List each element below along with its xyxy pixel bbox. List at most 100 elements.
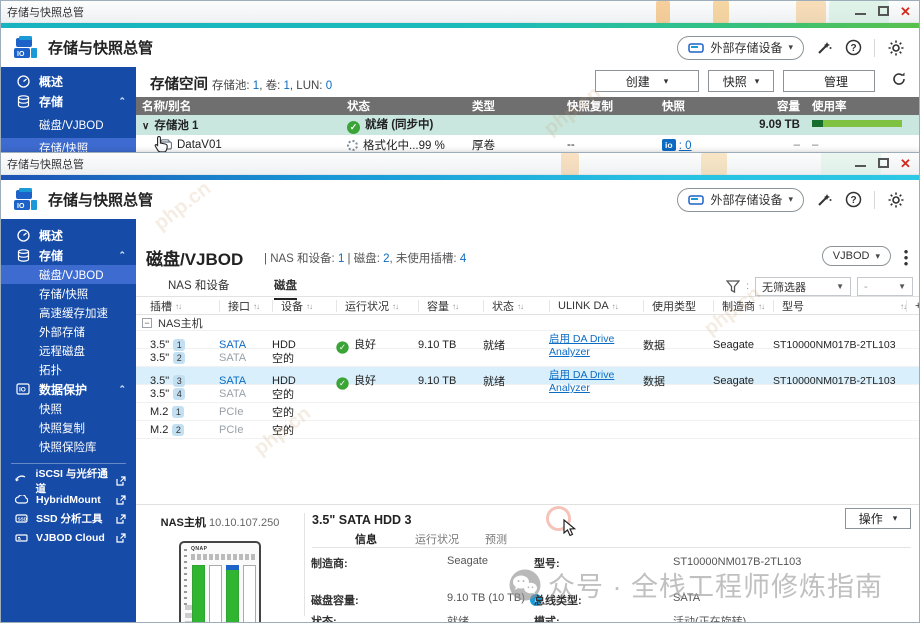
storage-space-heading: 存储空间 存储池: 1, 卷: 1, LUN: 0 [150, 73, 332, 94]
sidebar-link-ssd-tool[interactable]: SSD SSD 分析工具 [1, 509, 136, 528]
field-mode: 模式: [534, 616, 560, 623]
sidebar-item-external-storage[interactable]: 外部存储 [1, 322, 136, 341]
disk-rows: 3.5"1 SATA HDD ✓良好 9.10 TB 就绪 启用 DA Driv… [136, 331, 919, 439]
window1-main: 存储空间 存储池: 1, 卷: 1, LUN: 0 创建▾ 快照▾ 管理 [136, 67, 919, 152]
col-health[interactable]: 运行状况↑↓ [336, 300, 418, 312]
sidebar-item-overview[interactable]: 概述 [1, 225, 136, 245]
drive-bay-2 [209, 565, 222, 623]
sidebar-item-storage[interactable]: 存储⌃ [1, 245, 136, 265]
slot-badge: 1 [172, 406, 184, 418]
col-device[interactable]: 设备↑↓ [272, 300, 336, 312]
storage-stack-icon [15, 249, 31, 262]
disk-row-m2-2[interactable]: M.22 PCIe 空的 [136, 421, 919, 439]
col-status[interactable]: 状态↑↓ [483, 300, 549, 312]
manage-button[interactable]: 管理 [783, 70, 875, 92]
col-usetype[interactable]: 使用类型 [643, 300, 713, 312]
col-interface[interactable]: 接口↑↓ [219, 300, 272, 312]
window2-titlebar[interactable]: 存储与快照总管 ✕ [1, 153, 919, 175]
filter-select-2[interactable]: -▼ [857, 277, 913, 296]
value-manufacturer: Seagate [447, 555, 488, 567]
col-snap-rep[interactable]: 快照复制 [561, 97, 656, 115]
app-title: 存储与快照总管 [48, 37, 153, 58]
col-manufacturer[interactable]: 制造商↑↓ [713, 300, 773, 312]
disk-row-m2-1[interactable]: M.21 PCIe 空的 [136, 403, 919, 421]
chevron-down-icon[interactable]: ∨ [142, 121, 149, 132]
sidebar-item-snapshot-replica[interactable]: 快照复制 [1, 418, 136, 437]
svg-text:IO: IO [17, 51, 25, 58]
sidebar-link-vjbod-cloud[interactable]: VJBOD Cloud [1, 528, 136, 547]
help-icon[interactable]: ? [845, 191, 862, 208]
tab-nas-devices[interactable]: NAS 和设备 [168, 277, 229, 298]
col-name[interactable]: 名称/别名 [136, 97, 341, 115]
col-usage[interactable]: 使用率 [806, 97, 920, 115]
maximize-button[interactable] [877, 158, 890, 169]
help-icon[interactable]: ? [845, 39, 862, 56]
detail-tab-health[interactable]: 运行状况 [415, 531, 459, 547]
field-bus-type: 总线类型: [534, 595, 582, 607]
volume-row[interactable]: DataV01 格式化中...99 % 厚卷 -- io : 0 – – [136, 135, 920, 153]
vjbod-cloud-icon [13, 533, 29, 543]
col-snapshot[interactable]: 快照 [656, 97, 746, 115]
settings-gear-icon[interactable] [887, 191, 905, 209]
external-storage-device-button[interactable]: 外部存储设备▾ [677, 36, 804, 60]
external-link-icon [116, 533, 126, 543]
sidebar-item-data-protection[interactable]: IO 数据保护⌃ [1, 379, 136, 399]
sidebar-link-iscsi[interactable]: iSCSI 与光纤通道 [1, 471, 136, 490]
col-ulink[interactable]: ULINK DA↑↓ [549, 300, 643, 312]
da-analyzer-link[interactable]: 启用 DA Drive Analyzer [549, 369, 614, 394]
window1-titlebar[interactable]: 存储与快照总管 ✕ [1, 1, 919, 23]
add-column-button[interactable]: + [906, 300, 920, 312]
col-capacity[interactable]: 容量↑↓ [418, 300, 483, 312]
snapshot-button[interactable]: 快照▾ [708, 70, 774, 92]
sidebar-item-storage-snapshot[interactable]: 存储/快照 [1, 284, 136, 303]
nas-device-image[interactable]: QNAP [179, 541, 261, 623]
sidebar-item-remote-disk[interactable]: 远程磁盘 [1, 341, 136, 360]
more-options-icon[interactable]: ••• [901, 249, 911, 267]
disk-row-1[interactable]: 3.5"1 SATA HDD ✓良好 9.10 TB 就绪 启用 DA Driv… [136, 331, 919, 349]
maximize-button[interactable] [877, 6, 890, 17]
wizard-icon[interactable] [816, 39, 833, 56]
sidebar-item-storage-snapshot[interactable]: 存储/快照 [1, 138, 136, 152]
sidebar-item-disks-vjbod[interactable]: 磁盘/VJBOD [1, 265, 136, 284]
settings-gear-icon[interactable] [887, 39, 905, 57]
pool-row[interactable]: ∨存储池 1 ✓就绪 (同步中) 9.09 TB [136, 115, 920, 135]
refresh-icon[interactable] [891, 71, 907, 87]
desktop-bleed [713, 1, 729, 23]
actions-button[interactable]: 操作▾ [845, 508, 911, 529]
wizard-icon[interactable] [816, 191, 833, 208]
collapse-icon[interactable]: − [142, 318, 152, 328]
external-storage-device-button[interactable]: 外部存储设备▾ [677, 188, 804, 212]
filter-select[interactable]: 无筛选器▼ [755, 277, 851, 296]
col-capacity[interactable]: 容量 [746, 97, 806, 115]
tab-disks[interactable]: 磁盘 [274, 277, 297, 300]
sidebar-item-topology[interactable]: 拓扑 [1, 360, 136, 379]
group-row-nas-host[interactable]: − NAS主机 [136, 316, 919, 331]
sidebar-item-cache[interactable]: 高速缓存加速 [1, 303, 136, 322]
close-button[interactable]: ✕ [900, 6, 913, 17]
iscsi-icon [13, 475, 29, 486]
col-status[interactable]: 状态 [341, 97, 466, 115]
detail-tab-predict[interactable]: 预测 [485, 531, 507, 547]
disk-row-3-selected[interactable]: 3.5"3 SATA HDD ✓良好 9.10 TB 就绪 启用 DA Driv… [136, 367, 919, 385]
col-slot[interactable]: 插槽↑↓ [136, 300, 219, 312]
svg-text:SSD: SSD [17, 517, 27, 522]
snapshot-count-link[interactable]: : 0 [679, 140, 692, 152]
detail-tab-info[interactable]: 信息 [355, 531, 377, 547]
sidebar-item-snapshot-vault[interactable]: 快照保险库 [1, 437, 136, 456]
sidebar-item-storage[interactable]: 存储⌃ [1, 91, 136, 111]
col-type[interactable]: 类型 [466, 97, 561, 115]
sidebar-item-snapshot[interactable]: 快照 [1, 399, 136, 418]
minimize-button[interactable] [854, 158, 867, 169]
vjbod-button[interactable]: VJBOD▾ [822, 246, 891, 266]
col-model[interactable]: 型号↑↓ [773, 300, 906, 312]
da-analyzer-link[interactable]: 启用 DA Drive Analyzer [549, 333, 614, 358]
desktop-bleed [561, 153, 579, 175]
sidebar-item-disks-vjbod[interactable]: 磁盘/VJBOD [1, 115, 136, 134]
funnel-icon[interactable] [726, 280, 740, 293]
page-meta: | NAS 和设备: 1 | 磁盘: 2, 未使用插槽: 4 [264, 250, 466, 266]
disk-detail-panel: ❮ ❯ NAS主机 10.10.107.250 QNAP [136, 504, 919, 622]
sidebar-item-overview[interactable]: 概述 [1, 71, 136, 91]
minimize-button[interactable] [854, 6, 867, 17]
close-button[interactable]: ✕ [900, 158, 913, 169]
create-button[interactable]: 创建▾ [595, 70, 699, 92]
